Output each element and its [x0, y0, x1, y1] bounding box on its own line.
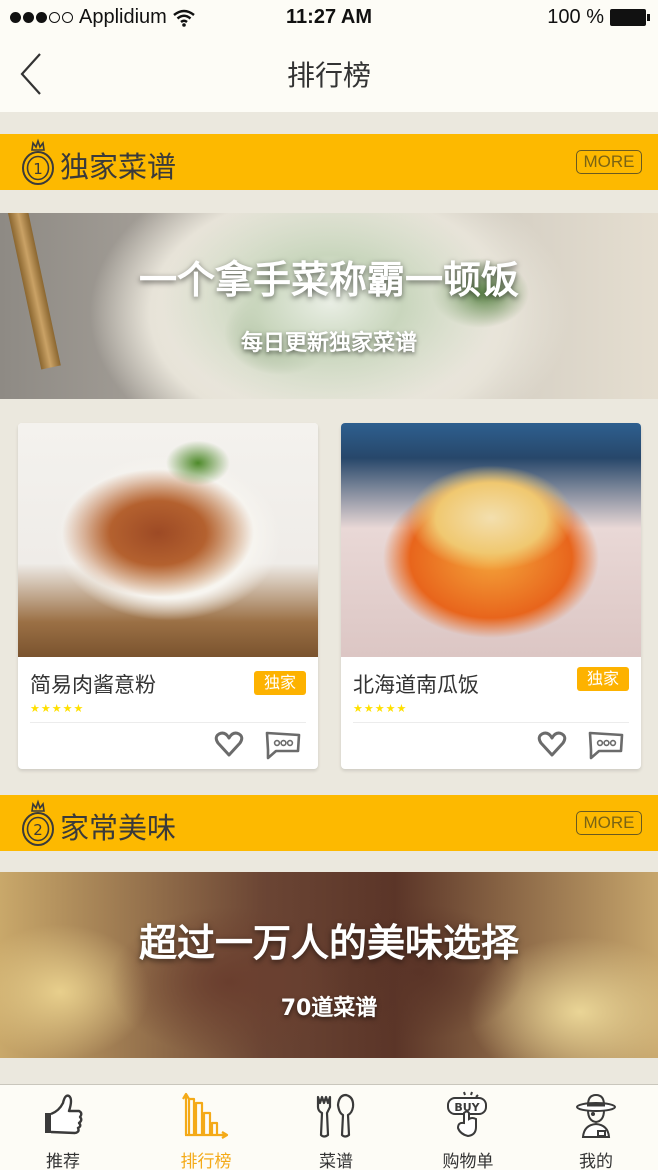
rating-stars: ★ ★ ★ ★ ★: [30, 703, 83, 714]
battery-icon: [610, 9, 650, 26]
star-icon: ★: [40, 702, 51, 715]
buy-button-icon: BUY: [447, 1091, 487, 1138]
banner-subline: 70道菜谱: [280, 996, 378, 1021]
star-icon: ★: [385, 702, 396, 715]
star-icon: ★: [51, 702, 62, 715]
battery-percent: 100 %: [547, 6, 604, 28]
star-icon: ★: [73, 702, 84, 715]
star-icon: ★: [363, 702, 374, 715]
comment-icon[interactable]: [587, 730, 625, 760]
recipe-name: 简易肉酱意粉: [30, 673, 156, 697]
rank-medal-icon: 1: [22, 138, 54, 185]
recipe-card[interactable]: 北海道南瓜饭 独家 ★ ★ ★ ★ ★: [341, 423, 641, 769]
section-header-home-style[interactable]: 2 家常美味 MORE: [0, 795, 658, 851]
divider: [30, 722, 306, 723]
banner-headline: 超过一万人的美味选择: [138, 921, 519, 965]
section-header-exclusive[interactable]: 1 独家菜谱 MORE: [0, 134, 658, 190]
recipe-card[interactable]: 简易肉酱意粉 独家 ★ ★ ★ ★ ★: [18, 423, 318, 769]
svg-text:1: 1: [33, 160, 43, 178]
status-right: 100 %: [547, 6, 650, 29]
banner-subline: 每日更新独家菜谱: [240, 331, 417, 356]
recipe-photo[interactable]: [341, 423, 641, 657]
divider: [353, 722, 629, 723]
more-button[interactable]: MORE: [576, 150, 642, 174]
exclusive-badge: 独家: [577, 667, 629, 691]
recipe-name: 北海道南瓜饭: [353, 673, 479, 697]
section-title: 家常美味: [60, 811, 177, 845]
recipe-photo[interactable]: [18, 423, 318, 657]
banner-headline: 一个拿手菜称霸一顿饭: [138, 258, 519, 302]
star-icon: ★: [353, 702, 363, 715]
featured-banner[interactable]: 一个拿手菜称霸一顿饭 每日更新独家菜谱: [0, 213, 658, 399]
exclusive-badge: 独家: [254, 671, 306, 695]
tab-label: 推荐: [46, 1152, 80, 1170]
star-icon: ★: [30, 702, 40, 715]
fork-spoon-icon: [316, 1093, 355, 1138]
comment-icon[interactable]: [264, 730, 302, 760]
heart-icon[interactable]: [214, 730, 244, 758]
tab-bar: 推荐 排行榜 菜谱 BUY 购物单 我的: [0, 1084, 658, 1170]
tab-label: 排行榜: [180, 1152, 232, 1170]
tab-shopping-list[interactable]: BUY 购物单: [418, 1085, 518, 1170]
star-icon: ★: [62, 702, 73, 715]
star-icon: ★: [374, 702, 385, 715]
tab-me[interactable]: 我的: [546, 1085, 646, 1170]
bar-chart-icon: [182, 1092, 229, 1139]
tab-recommend[interactable]: 推荐: [13, 1085, 113, 1170]
chef-avatar-icon: [576, 1093, 616, 1138]
tab-label: 购物单: [442, 1152, 494, 1170]
svg-text:2: 2: [33, 821, 43, 839]
rank-medal-icon: 2: [22, 799, 54, 846]
svg-text:BUY: BUY: [454, 1101, 480, 1114]
tab-label: 我的: [579, 1152, 613, 1170]
star-icon: ★: [396, 702, 407, 715]
thumbs-up-icon: [45, 1094, 83, 1135]
rating-stars: ★ ★ ★ ★ ★: [353, 703, 406, 714]
navigation-bar: 排行榜: [0, 36, 658, 112]
tab-ranking[interactable]: 排行榜: [156, 1085, 256, 1170]
status-bar: Applidium 11:27 AM 100 %: [0, 0, 658, 36]
more-button[interactable]: MORE: [576, 811, 642, 835]
featured-banner[interactable]: 超过一万人的美味选择 70道菜谱: [0, 872, 658, 1058]
tab-label: 菜谱: [319, 1152, 353, 1170]
page-title: 排行榜: [286, 59, 371, 92]
tab-recipes[interactable]: 菜谱: [286, 1085, 386, 1170]
heart-icon[interactable]: [537, 730, 567, 758]
section-title: 独家菜谱: [60, 150, 177, 184]
